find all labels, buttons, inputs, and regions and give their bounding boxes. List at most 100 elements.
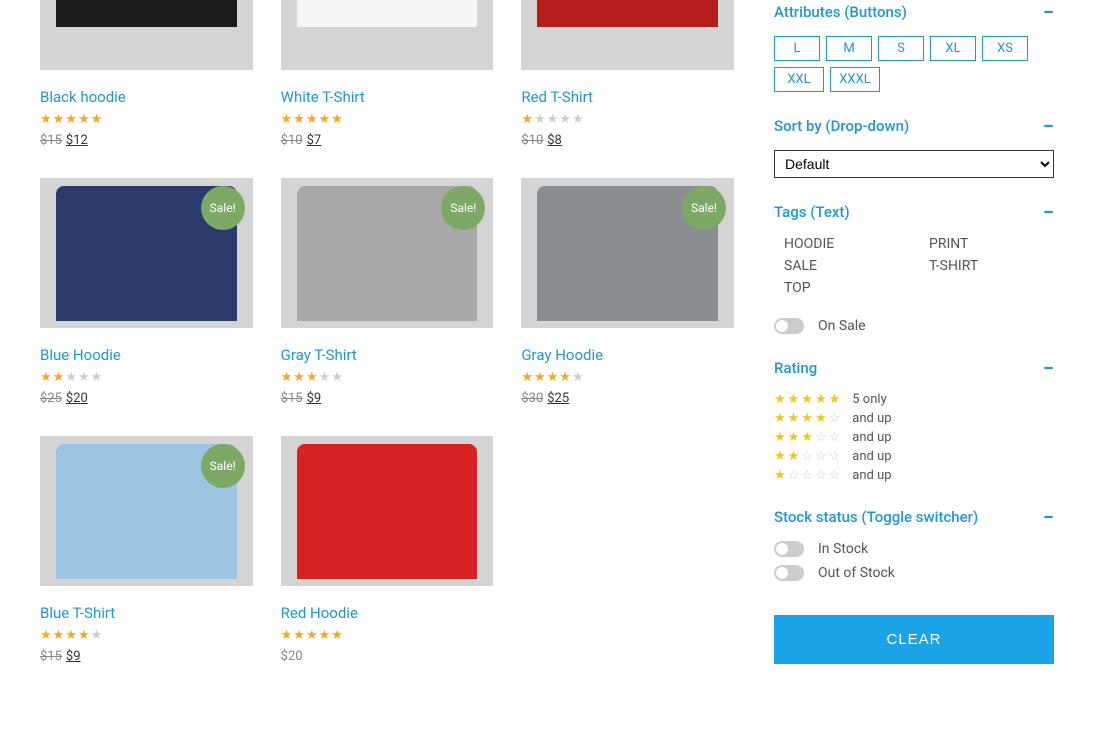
filter-sort-header[interactable]: Sort by (Drop-down) − [774, 114, 1054, 138]
in-stock-toggle[interactable] [774, 541, 804, 557]
new-price: $9 [66, 649, 81, 664]
tag-item[interactable]: HOODIE [784, 236, 909, 252]
product-rating: ★★★★★ [521, 370, 734, 385]
sort-dropdown[interactable]: Default [774, 150, 1054, 178]
collapse-icon: − [1043, 0, 1054, 24]
filter-stock-header[interactable]: Stock status (Toggle switcher) − [774, 505, 1054, 529]
attribute-button[interactable]: L [774, 36, 820, 61]
filter-tags-header[interactable]: Tags (Text) − [774, 200, 1054, 224]
product-price: $25$20 [40, 391, 253, 406]
product-card[interactable]: Red T-Shirt ★★★★★ $10 $8 [521, 0, 734, 148]
product-card[interactable]: White T-Shirt ★★★★★ $10 $7 [281, 0, 494, 148]
tags-list: HOODIE PRINT SALE T-SHIRT TOP [774, 236, 1054, 296]
filter-rating-title: Rating [774, 359, 817, 377]
product-image[interactable]: Sale! [521, 178, 734, 328]
old-price: $15 [40, 649, 62, 664]
product-card[interactable]: Sale! Gray Hoodie ★★★★★ $30 $25 [521, 178, 734, 406]
rating-filter-row[interactable]: ★★☆☆☆and up [774, 449, 1054, 464]
product-price: $10 $7 [281, 133, 494, 148]
clear-button[interactable]: CLEAR [774, 615, 1054, 664]
product-image[interactable]: Sale! [40, 178, 253, 328]
new-price: $7 [307, 133, 322, 148]
rating-label: and up [852, 411, 891, 426]
tag-item[interactable]: TOP [784, 280, 909, 296]
filter-tags: Tags (Text) − HOODIE PRINT SALE T-SHIRT TOP [774, 200, 1054, 296]
product-price: $10 $8 [521, 133, 734, 148]
product-rating: ★★★★★ [281, 112, 494, 127]
new-price: $9 [307, 391, 322, 406]
product-title[interactable]: White T-Shirt [281, 88, 494, 106]
filter-stock: Stock status (Toggle switcher) − In Stoc… [774, 505, 1054, 581]
product-price: $20 [281, 649, 494, 664]
products-grid: Black hoodie ★★★★★ $15 $12 White T-Shirt ★★★★… [40, 0, 734, 664]
product-image[interactable]: Sale! [281, 178, 494, 328]
product-image[interactable] [40, 0, 253, 70]
product-image[interactable]: Sale! [40, 436, 253, 586]
product-rating: ★★★★★ [40, 370, 253, 385]
old-price: $15 [40, 133, 62, 148]
product-card[interactable]: Sale!Blue T-Shirt★★★★★$15$9 [40, 436, 253, 664]
star-icon-group: ★★☆☆☆ [774, 449, 842, 464]
filter-attributes-title: Attributes (Buttons) [774, 3, 907, 21]
product-image[interactable] [281, 436, 494, 586]
rating-label: 5 only [852, 392, 886, 407]
filter-sort-title: Sort by (Drop-down) [774, 117, 909, 135]
product-price: $15 $9 [281, 391, 494, 406]
product-title[interactable]: Black hoodie [40, 88, 253, 106]
old-price: $30 [521, 391, 543, 406]
new-price: $12 [66, 133, 88, 148]
old-price: $10 [521, 133, 543, 148]
rating-filter-row[interactable]: ★★★☆☆ and up [774, 430, 1054, 445]
product-title[interactable]: Gray T-Shirt [281, 346, 494, 364]
product-title[interactable]: Red Hoodie [281, 604, 494, 622]
in-stock-label: In Stock [818, 541, 868, 557]
product-card[interactable]: Black hoodie★★★★★$15$12 [40, 0, 253, 148]
product-image[interactable] [521, 0, 734, 70]
star-icon-group: ★★★★★ [774, 392, 842, 407]
attribute-button[interactable]: M [826, 36, 872, 61]
rating-filter-row[interactable]: ★★★★☆and up [774, 411, 1054, 426]
product-title[interactable]: Blue Hoodie [40, 346, 253, 364]
attribute-button[interactable]: XS [982, 36, 1028, 61]
product-image[interactable] [281, 0, 494, 70]
filter-rating: Rating − ★★★★★ 5 only ★★★★☆and up ★★★☆☆ and … [774, 356, 1054, 483]
attribute-button[interactable]: XXXL [830, 67, 880, 92]
product-card[interactable]: Red Hoodie★★★★★$20 [281, 436, 494, 664]
rating-label: and up [852, 430, 891, 445]
filter-sort: Sort by (Drop-down) − Default [774, 114, 1054, 178]
filter-stock-title: Stock status (Toggle switcher) [774, 508, 978, 526]
on-sale-toggle[interactable] [774, 318, 804, 334]
product-title[interactable]: Blue T-Shirt [40, 604, 253, 622]
sale-badge: Sale! [201, 444, 245, 488]
sale-badge: Sale! [682, 186, 726, 230]
tag-item[interactable]: PRINT [929, 236, 1054, 252]
old-price: $10 [281, 133, 303, 148]
collapse-icon: − [1043, 200, 1054, 224]
star-icon-group: ★★★☆☆ [774, 430, 842, 445]
old-price: $15 [281, 391, 303, 406]
filter-onsale: On Sale [774, 318, 1054, 334]
product-title[interactable]: Red T-Shirt [521, 88, 734, 106]
tag-item[interactable]: T-SHIRT [929, 258, 1054, 274]
filter-rating-header[interactable]: Rating − [774, 356, 1054, 380]
out-of-stock-toggle[interactable] [774, 565, 804, 581]
star-icon-group: ★☆☆☆☆ [774, 468, 842, 483]
sale-badge: Sale! [441, 186, 485, 230]
attribute-button[interactable]: S [878, 36, 924, 61]
attribute-button[interactable]: XL [930, 36, 976, 61]
rating-filter-row[interactable]: ★★★★★ 5 only [774, 392, 1054, 407]
product-price: $15 $12 [40, 133, 253, 148]
filter-attributes-header[interactable]: Attributes (Buttons) − [774, 0, 1054, 24]
product-rating: ★★★★★ [521, 112, 734, 127]
product-title[interactable]: Gray Hoodie [521, 346, 734, 364]
filter-sidebar: Attributes (Buttons) − LMSXLXS XXLXXXL So… [774, 0, 1054, 664]
new-price: $25 [547, 391, 569, 406]
rating-filter-row[interactable]: ★☆☆☆☆and up [774, 468, 1054, 483]
old-price: $25 [40, 391, 62, 406]
product-price: $15 $9 [40, 649, 253, 664]
new-price: $8 [547, 133, 562, 148]
attribute-button[interactable]: XXL [774, 67, 824, 92]
product-card[interactable]: Sale! Blue Hoodie ★★★★★ $25$20 [40, 178, 253, 406]
tag-item[interactable]: SALE [784, 258, 909, 274]
product-card[interactable]: Sale!Gray T-Shirt★★★★★$15$9 [281, 178, 494, 406]
